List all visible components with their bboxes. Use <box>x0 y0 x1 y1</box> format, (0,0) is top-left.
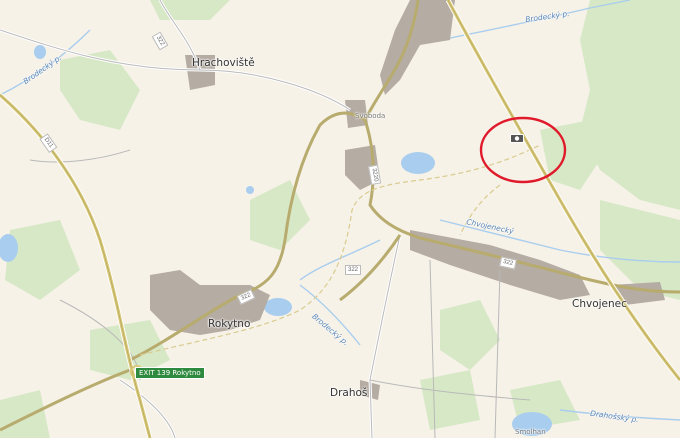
map-viewport[interactable]: Hrachoviště Rokytno Chvojenec Drahoš Svo… <box>0 0 680 438</box>
map-canvas <box>0 0 680 438</box>
place-label-hrachoviste[interactable]: Hrachoviště <box>192 57 255 69</box>
exit-badge[interactable]: EXIT 139 Rokytno <box>135 367 205 379</box>
place-label-svoboda[interactable]: Svoboda <box>355 112 385 120</box>
place-label-chvojenec[interactable]: Chvojenec <box>572 298 627 310</box>
forest-areas <box>0 0 680 438</box>
camera-icon[interactable] <box>510 130 524 143</box>
road-shield: 322 <box>345 265 362 275</box>
place-label-drahos[interactable]: Drahoš <box>330 387 367 399</box>
place-label-smolhan[interactable]: Smolhan <box>515 428 546 436</box>
place-label-rokytno[interactable]: Rokytno <box>208 318 250 330</box>
